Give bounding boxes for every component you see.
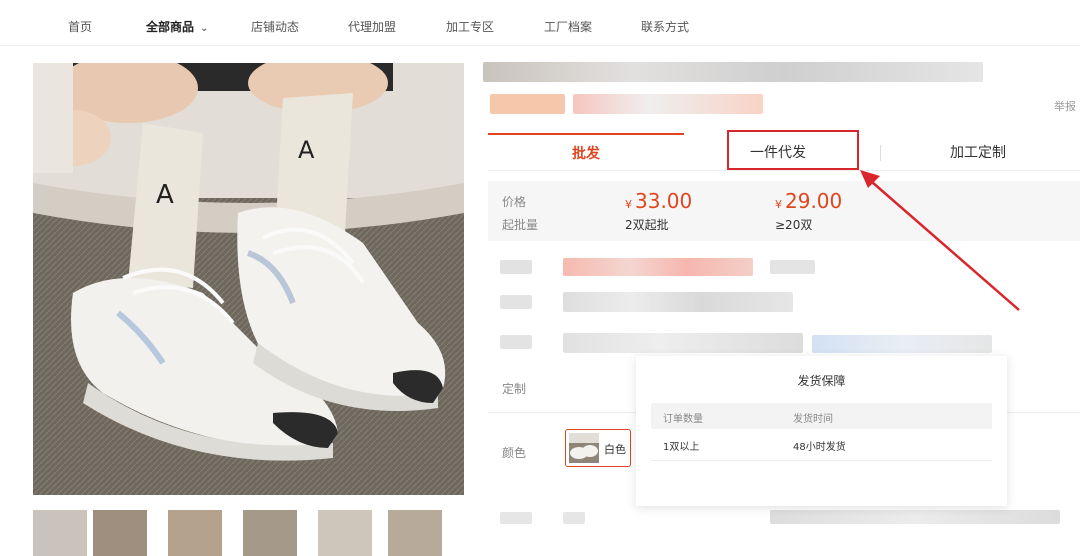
- tier-2-quantity: ≥20双: [775, 218, 813, 232]
- attribute-value-blurred: [563, 292, 793, 312]
- nav-all-products-label: 全部商品: [146, 20, 195, 34]
- svg-text:A: A: [156, 180, 174, 210]
- attribute-label-blurred: [500, 512, 532, 524]
- nav-contact[interactable]: 联系方式: [641, 18, 689, 35]
- attribute-value-blurred: [770, 260, 815, 274]
- sneaker-thumbnail-image: [569, 433, 599, 463]
- nav-agency[interactable]: 代理加盟: [348, 18, 396, 35]
- tier-1-quantity: 2双起批: [625, 218, 669, 232]
- tab-divider: [880, 145, 881, 161]
- attribute-label-blurred: [500, 260, 532, 274]
- popup-title: 发货保障: [797, 374, 846, 388]
- column-header-quantity: 订单数量: [663, 414, 703, 425]
- product-title-blurred: [483, 62, 983, 82]
- attribute-value-blurred: [770, 510, 1060, 524]
- customize-label: 定制: [502, 382, 527, 396]
- price-value: 29.00: [785, 189, 843, 213]
- currency-symbol: ¥: [625, 198, 632, 211]
- thumbnail[interactable]: [33, 510, 87, 556]
- tag-blurred: [573, 94, 763, 114]
- top-nav: 首页 全部商品 ⌄ 店铺动态 代理加盟 加工专区 工厂档案 联系方式: [0, 0, 1080, 46]
- thumbnail[interactable]: [318, 510, 372, 556]
- swatch-label: 白色: [604, 443, 626, 456]
- attribute-value-blurred: [563, 258, 753, 276]
- report-link[interactable]: 举报: [1054, 98, 1076, 114]
- chevron-down-icon: ⌄: [200, 23, 209, 34]
- price-value: 33.00: [635, 189, 693, 213]
- attribute-label-blurred: [500, 295, 532, 309]
- color-label: 颜色: [502, 446, 527, 460]
- nav-processing[interactable]: 加工专区: [446, 18, 494, 35]
- currency-symbol: ¥: [775, 198, 782, 211]
- thumbnail[interactable]: [388, 510, 442, 556]
- product-main-image[interactable]: A A: [33, 63, 464, 495]
- nav-home[interactable]: 首页: [68, 18, 92, 35]
- shipping-guarantee-popup: 发货保障 订单数量 发货时间 1双以上 48小时发货: [636, 356, 1007, 506]
- thumbnail-strip: [33, 510, 453, 556]
- svg-text:A: A: [298, 136, 315, 164]
- thumbnail[interactable]: [93, 510, 147, 556]
- color-swatch-white[interactable]: 白色: [565, 429, 631, 467]
- sneaker-photo: A A: [33, 63, 464, 495]
- attribute-value-blurred: [563, 333, 803, 353]
- price-label: 价格: [502, 195, 527, 209]
- min-order-label: 起批量: [502, 218, 539, 232]
- price-tier-2: ¥29.00: [775, 189, 842, 213]
- popup-table-header: 订单数量 发货时间: [651, 403, 992, 429]
- nav-store-news[interactable]: 店铺动态: [251, 18, 299, 35]
- price-tier-1: ¥33.00: [625, 189, 692, 213]
- thumbnail[interactable]: [243, 510, 297, 556]
- attribute-value-blurred: [812, 335, 992, 353]
- tag-blurred: [490, 94, 565, 114]
- swatch-thumbnail: [569, 433, 599, 463]
- column-header-ship-time: 发货时间: [793, 414, 833, 425]
- tab-wholesale[interactable]: 批发: [488, 133, 684, 171]
- cell-quantity: 1双以上: [663, 442, 700, 453]
- row-divider: [651, 460, 992, 461]
- annotation-highlight-box: [727, 130, 859, 170]
- tab-custom-processing[interactable]: 加工定制: [908, 133, 1048, 171]
- cell-ship-time: 48小时发货: [793, 442, 846, 453]
- nav-factory-profile[interactable]: 工厂档案: [544, 18, 592, 35]
- price-panel: 价格 起批量 ¥33.00 ¥29.00 2双起批 ≥20双: [488, 181, 1080, 241]
- nav-all-products[interactable]: 全部商品 ⌄: [146, 18, 208, 35]
- thumbnail[interactable]: [168, 510, 222, 556]
- attribute-label-blurred: [500, 335, 532, 349]
- attribute-value-blurred: [563, 512, 585, 524]
